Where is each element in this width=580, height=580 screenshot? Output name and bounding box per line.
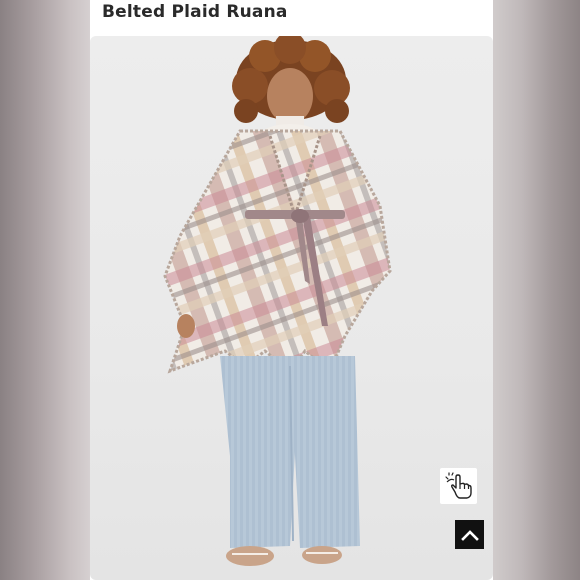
product-photo[interactable] [90,36,493,580]
model-illustration [163,36,392,566]
tap-hint[interactable] [440,468,477,504]
back-to-top-button[interactable] [455,520,484,549]
chevron-up-icon [460,529,479,541]
hand-pointer-icon [444,472,472,499]
product-title: Belted Plaid Ruana [102,2,288,22]
